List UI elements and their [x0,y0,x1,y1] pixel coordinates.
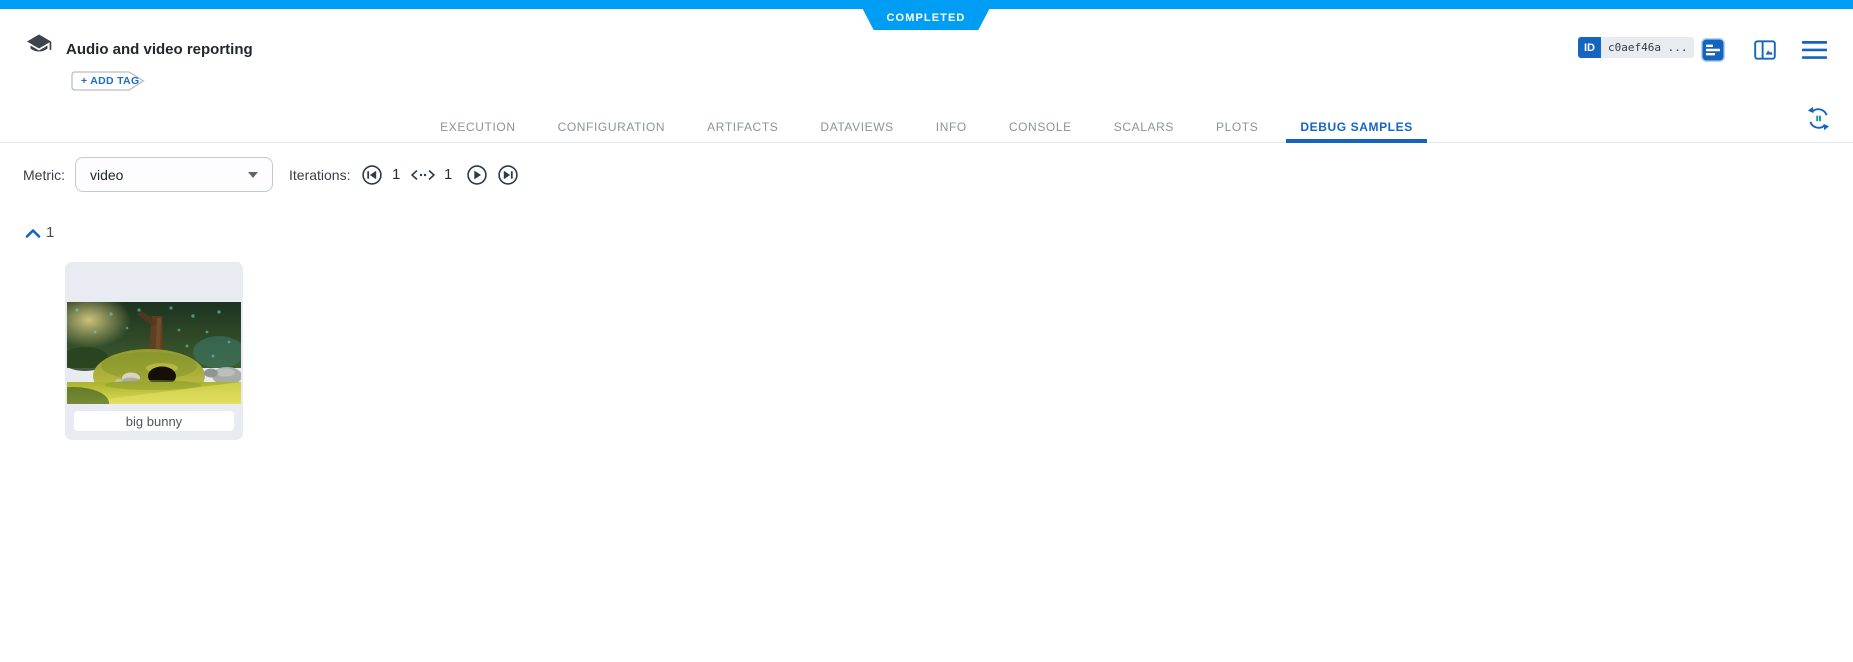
add-tag-label: + ADD TAG [81,75,140,87]
tab-dataviews[interactable]: DATAVIEWS [806,112,907,142]
last-iteration-button[interactable] [497,164,519,186]
metric-label: Metric: [23,167,65,183]
details-view-button[interactable] [1700,37,1726,63]
debug-sample-card: big bunny [65,262,243,440]
metric-dropdown-value: video [90,166,124,183]
status-badge: COMPLETED [858,0,994,30]
experiment-id-chip[interactable]: ID c0aef46a ... [1578,37,1695,58]
experiment-icon [27,34,52,52]
tab-scalars[interactable]: SCALARS [1100,112,1188,142]
first-iteration-button[interactable] [361,164,383,186]
auto-refresh-icon[interactable] [1805,105,1832,132]
sample-caption: big bunny [74,411,234,431]
tab-info[interactable]: INFO [922,112,981,142]
tab-bar: EXECUTION CONFIGURATION ARTIFACTS DATAVI… [0,112,1853,143]
debug-samples-page: COMPLETED Audio and video reporting + AD… [0,0,1853,662]
id-badge: ID [1578,37,1601,58]
add-tag-button[interactable]: + ADD TAG [71,71,149,91]
tab-configuration[interactable]: CONFIGURATION [544,112,680,142]
menu-icon[interactable] [1802,41,1827,59]
iteration-to-value: 1 [444,166,453,183]
iteration-from-value: 1 [392,166,401,183]
range-icon [411,170,435,180]
iterations-label: Iterations: [289,167,351,183]
video-thumbnail[interactable] [67,302,241,404]
tab-artifacts[interactable]: ARTIFACTS [693,112,792,142]
page-title: Audio and video reporting [66,41,253,58]
tab-console[interactable]: CONSOLE [995,112,1086,142]
iteration-group-label: 1 [46,224,55,241]
tab-debug-samples[interactable]: DEBUG SAMPLES [1286,112,1428,143]
dropdown-caret-icon [248,171,258,178]
side-panel-toggle-button[interactable] [1752,37,1778,63]
tab-plots[interactable]: PLOTS [1202,112,1272,142]
next-iteration-button[interactable] [466,164,488,186]
tab-execution[interactable]: EXECUTION [426,112,529,142]
metric-dropdown[interactable]: video [75,157,273,192]
collapse-chevron-icon[interactable] [25,228,41,239]
id-value: c0aef46a ... [1601,37,1695,58]
